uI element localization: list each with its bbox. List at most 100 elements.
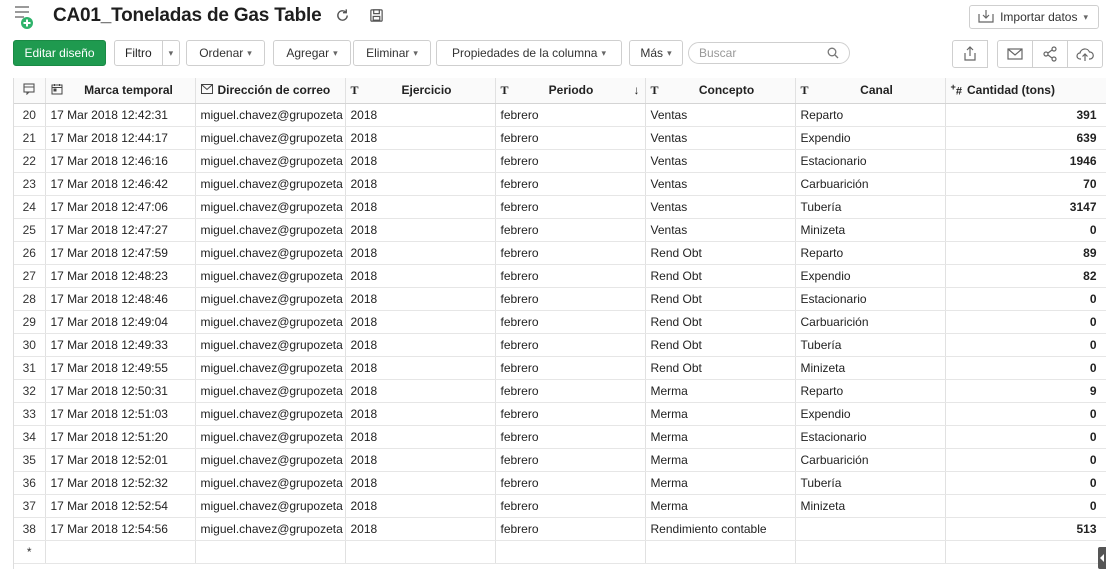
email-cell[interactable]: miguel.chavez@grupozeta [195,471,346,495]
table-row[interactable]: 35 17 Mar 2018 12:52:01 miguel.chavez@grup… [14,448,1106,472]
column-properties-button[interactable]: Propiedades de la columna ▾ [436,40,622,66]
column-header-cantidad[interactable]: +# Cantidad (tons) [945,78,1106,104]
year-cell[interactable]: 2018 [345,471,496,495]
timestamp-cell[interactable]: 17 Mar 2018 12:44:17 [45,126,196,150]
row-number[interactable]: 25 [14,218,46,242]
table-row[interactable]: 36 17 Mar 2018 12:52:32 miguel.chavez@grup… [14,471,1106,495]
year-cell[interactable]: 2018 [345,287,496,311]
year-cell[interactable]: 2018 [345,425,496,449]
row-number[interactable]: 30 [14,333,46,357]
timestamp-cell[interactable]: 17 Mar 2018 12:47:27 [45,218,196,242]
table-row[interactable]: 24 17 Mar 2018 12:47:06 miguel.chavez@grup… [14,195,1106,219]
sort-button[interactable]: Ordenar ▾ [186,40,265,66]
row-number[interactable]: 33 [14,402,46,426]
row-number[interactable]: 27 [14,264,46,288]
column-header-ejercicio[interactable]: T Ejercicio [345,78,496,104]
channel-cell[interactable]: Minizeta [795,218,946,242]
filter-main[interactable]: Filtro [115,41,163,65]
year-cell[interactable]: 2018 [345,402,496,426]
email-cell[interactable]: miguel.chavez@grupozeta [195,494,346,518]
timestamp-cell[interactable]: 17 Mar 2018 12:48:46 [45,287,196,311]
channel-cell[interactable]: Reparto [795,103,946,127]
row-number[interactable]: 26 [14,241,46,265]
quantity-cell[interactable]: 0 [945,218,1106,242]
concept-cell[interactable]: Rend Obt [645,241,796,265]
year-cell[interactable]: 2018 [345,241,496,265]
table-row[interactable]: 25 17 Mar 2018 12:47:27 miguel.chavez@grup… [14,218,1106,242]
email-cell[interactable]: miguel.chavez@grupozeta [195,241,346,265]
empty-cell[interactable] [45,540,196,564]
period-cell[interactable]: febrero [495,149,646,173]
year-cell[interactable]: 2018 [345,218,496,242]
period-cell[interactable]: febrero [495,379,646,403]
table-row[interactable]: 38 17 Mar 2018 12:54:56 miguel.chavez@grup… [14,517,1106,541]
year-cell[interactable]: 2018 [345,310,496,334]
table-row[interactable]: 23 17 Mar 2018 12:46:42 miguel.chavez@grup… [14,172,1106,196]
timestamp-cell[interactable]: 17 Mar 2018 12:49:33 [45,333,196,357]
sort-descending-icon[interactable]: ↓ [634,83,640,97]
concept-cell[interactable]: Merma [645,494,796,518]
search-box[interactable] [688,42,850,64]
email-cell[interactable]: miguel.chavez@grupozeta [195,218,346,242]
empty-cell[interactable] [495,540,646,564]
column-header-marca-temporal[interactable]: Marca temporal [45,78,196,104]
concept-cell[interactable]: Merma [645,379,796,403]
search-input[interactable] [699,46,819,60]
period-cell[interactable]: febrero [495,402,646,426]
concept-cell[interactable]: Ventas [645,172,796,196]
column-header-periodo[interactable]: T Periodo ↓ [495,78,646,104]
table-row[interactable]: 37 17 Mar 2018 12:52:54 miguel.chavez@grup… [14,494,1106,518]
row-number[interactable]: 31 [14,356,46,380]
refresh-icon[interactable] [333,6,351,24]
row-number[interactable]: 23 [14,172,46,196]
period-cell[interactable]: febrero [495,494,646,518]
email-cell[interactable]: miguel.chavez@grupozeta [195,517,346,541]
year-cell[interactable]: 2018 [345,195,496,219]
table-row[interactable]: 20 17 Mar 2018 12:42:31 miguel.chavez@grup… [14,103,1106,127]
concept-cell[interactable]: Rendimiento contable [645,517,796,541]
channel-cell[interactable]: Estacionario [795,287,946,311]
channel-cell[interactable] [795,517,946,541]
period-cell[interactable]: febrero [495,310,646,334]
timestamp-cell[interactable]: 17 Mar 2018 12:52:32 [45,471,196,495]
period-cell[interactable]: febrero [495,425,646,449]
row-selector-header[interactable] [14,78,46,104]
channel-cell[interactable]: Reparto [795,379,946,403]
channel-cell[interactable]: Tubería [795,471,946,495]
channel-cell[interactable]: Tubería [795,195,946,219]
import-data-button[interactable]: Importar datos ▾ [969,5,1099,29]
table-row[interactable]: 34 17 Mar 2018 12:51:20 miguel.chavez@grup… [14,425,1106,449]
email-cell[interactable]: miguel.chavez@grupozeta [195,333,346,357]
table-row[interactable]: 28 17 Mar 2018 12:48:46 miguel.chavez@grup… [14,287,1106,311]
email-cell[interactable]: miguel.chavez@grupozeta [195,356,346,380]
empty-cell[interactable] [945,540,1106,564]
concept-cell[interactable]: Ventas [645,103,796,127]
quantity-cell[interactable]: 0 [945,471,1106,495]
channel-cell[interactable]: Carbuarición [795,310,946,334]
year-cell[interactable]: 2018 [345,356,496,380]
period-cell[interactable]: febrero [495,448,646,472]
channel-cell[interactable]: Estacionario [795,149,946,173]
more-button[interactable]: Más ▾ [629,40,683,66]
year-cell[interactable]: 2018 [345,379,496,403]
period-cell[interactable]: febrero [495,103,646,127]
row-number[interactable]: 29 [14,310,46,334]
timestamp-cell[interactable]: 17 Mar 2018 12:46:16 [45,149,196,173]
column-header-concepto[interactable]: T Concepto [645,78,796,104]
share-icon[interactable] [1032,40,1068,68]
row-number[interactable]: 24 [14,195,46,219]
quantity-cell[interactable]: 0 [945,333,1106,357]
row-number[interactable]: 35 [14,448,46,472]
channel-cell[interactable]: Carbuarición [795,172,946,196]
email-cell[interactable]: miguel.chavez@grupozeta [195,287,346,311]
table-row[interactable]: 27 17 Mar 2018 12:48:23 miguel.chavez@grup… [14,264,1106,288]
row-number[interactable]: 38 [14,517,46,541]
channel-cell[interactable]: Minizeta [795,494,946,518]
period-cell[interactable]: febrero [495,241,646,265]
timestamp-cell[interactable]: 17 Mar 2018 12:51:20 [45,425,196,449]
empty-cell[interactable] [645,540,796,564]
email-cell[interactable]: miguel.chavez@grupozeta [195,448,346,472]
concept-cell[interactable]: Ventas [645,195,796,219]
empty-cell[interactable] [195,540,346,564]
quantity-cell[interactable]: 9 [945,379,1106,403]
